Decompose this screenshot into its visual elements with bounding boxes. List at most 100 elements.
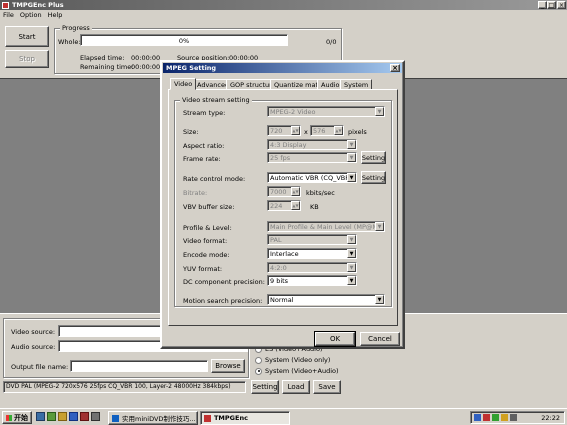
encode-mode-select[interactable]: Interlace ▼ bbox=[267, 248, 357, 259]
tray-icon[interactable] bbox=[492, 414, 499, 421]
radio-system-video-audio-indicator bbox=[255, 367, 262, 375]
clock: 22:22 bbox=[541, 413, 560, 422]
quick-launch-icon[interactable] bbox=[91, 412, 100, 421]
vbv-buffer-label: VBV buffer size: bbox=[183, 203, 235, 211]
cancel-button[interactable]: Cancel bbox=[360, 332, 400, 346]
dialog-close-button[interactable]: × bbox=[390, 64, 400, 72]
load-button[interactable]: Load bbox=[282, 380, 310, 394]
video-format-select[interactable]: PAL ▼ bbox=[267, 234, 357, 245]
app-title: TMPGEnc Plus bbox=[12, 1, 64, 9]
chevron-down-icon: ▼ bbox=[347, 173, 356, 182]
quick-launch-icon[interactable] bbox=[58, 412, 67, 421]
progress-percent: 0% bbox=[178, 37, 190, 45]
mpeg-setting-dialog: MPEG Setting × Video Advanced GOP struct… bbox=[160, 60, 405, 349]
spin-icon: ▲▼ bbox=[291, 201, 300, 210]
bitrate-unit: kbits/sec bbox=[306, 189, 335, 197]
frame-rate-select[interactable]: 25 fps ▼ bbox=[267, 152, 357, 163]
tray-icon[interactable] bbox=[483, 414, 490, 421]
stream-type-label: Stream type: bbox=[183, 109, 226, 117]
tab-video[interactable]: Video bbox=[170, 78, 197, 90]
profile-level-label: Profile & Level: bbox=[183, 224, 232, 232]
dialog-title: MPEG Setting bbox=[166, 64, 217, 72]
encode-mode-label: Encode mode: bbox=[183, 251, 230, 259]
app-icon bbox=[2, 1, 9, 9]
motion-search-label: Motion search precision: bbox=[183, 297, 263, 305]
rate-control-setting-button[interactable]: Setting bbox=[361, 171, 386, 184]
chevron-down-icon: ▼ bbox=[347, 153, 356, 162]
elapsed-label: Elapsed time: bbox=[80, 54, 125, 62]
title-bar: TMPGEnc Plus bbox=[0, 0, 567, 10]
spin-icon: ▲▼ bbox=[291, 126, 300, 135]
menu-bar: File Option Help bbox=[0, 10, 567, 20]
vbv-buffer-input[interactable]: 224 ▲▼ bbox=[267, 200, 301, 211]
quick-launch-icon[interactable] bbox=[69, 412, 78, 421]
save-button[interactable]: Save bbox=[313, 380, 341, 394]
quick-launch-icon[interactable] bbox=[36, 412, 45, 421]
remaining-label: Remaining time: bbox=[80, 63, 134, 71]
chevron-down-icon: ▼ bbox=[375, 222, 384, 231]
radio-system-video-indicator bbox=[255, 356, 262, 364]
start-button[interactable]: Start bbox=[5, 26, 49, 47]
size-height-input[interactable]: 576 ▲▼ bbox=[310, 125, 344, 136]
tray-icon[interactable] bbox=[510, 414, 517, 421]
tray-icon[interactable] bbox=[501, 414, 508, 421]
dialog-title-bar: MPEG Setting bbox=[163, 63, 402, 73]
chevron-down-icon: ▼ bbox=[347, 235, 356, 244]
bitrate-input[interactable]: 7000 ▲▼ bbox=[267, 186, 301, 197]
browse-button[interactable]: Browse bbox=[211, 359, 245, 373]
chevron-down-icon: ▼ bbox=[375, 295, 384, 304]
yuv-format-label: YUV format: bbox=[183, 265, 223, 273]
chevron-down-icon: ▼ bbox=[347, 276, 356, 285]
chevron-down-icon: ▼ bbox=[347, 140, 356, 149]
size-width-input[interactable]: 720 ▲▼ bbox=[267, 125, 301, 136]
size-unit-label: pixels bbox=[348, 128, 367, 136]
aspect-ratio-label: Aspect ratio: bbox=[183, 142, 225, 150]
start-menu-button[interactable]: 开始 bbox=[2, 411, 32, 424]
quick-launch-icon[interactable] bbox=[47, 412, 56, 421]
minimize-button[interactable]: _ bbox=[538, 1, 547, 9]
elapsed-value: 00:00:00 bbox=[131, 54, 161, 62]
menu-option[interactable]: Option bbox=[20, 11, 42, 19]
size-label: Size: bbox=[183, 128, 199, 136]
progress-group-title: Progress bbox=[60, 24, 92, 32]
menu-help[interactable]: Help bbox=[48, 11, 63, 19]
radio-system-video[interactable]: System (Video only) bbox=[255, 356, 330, 364]
spin-icon: ▲▼ bbox=[334, 126, 343, 135]
chevron-down-icon: ▼ bbox=[347, 263, 356, 272]
whole-label: Whole: bbox=[58, 38, 81, 46]
setting-button[interactable]: Setting bbox=[251, 380, 279, 394]
menu-file[interactable]: File bbox=[3, 11, 14, 19]
app-icon bbox=[204, 414, 211, 422]
motion-search-select[interactable]: Normal ▼ bbox=[267, 294, 385, 305]
quick-launch-icon[interactable] bbox=[80, 412, 89, 421]
quick-launch bbox=[36, 412, 106, 423]
progress-count: 0/0 bbox=[326, 38, 337, 46]
profile-level-select[interactable]: Main Profile & Main Level (MP@ML) ▼ bbox=[267, 221, 385, 232]
tray-icon[interactable] bbox=[474, 414, 481, 421]
dc-precision-label: DC component precision: bbox=[183, 278, 265, 286]
taskbar-task-web[interactable]: 实用miniDVD制作技巧... bbox=[108, 411, 198, 425]
remaining-value: 00:00:00 bbox=[131, 63, 161, 71]
stream-type-select[interactable]: MPEG-2 Video ▼ bbox=[267, 106, 385, 117]
whole-progress-bar: 0% bbox=[80, 34, 288, 46]
vbv-buffer-unit: KB bbox=[310, 203, 319, 211]
taskbar-task-tmpgenc[interactable]: TMPGEnc bbox=[200, 411, 290, 425]
rate-control-select[interactable]: Automatic VBR (CQ_VBR) ▼ bbox=[267, 172, 357, 183]
radio-system-video-audio[interactable]: System (Video+Audio) bbox=[255, 367, 339, 375]
windows-logo-icon bbox=[6, 414, 12, 421]
chevron-down-icon: ▼ bbox=[375, 107, 384, 116]
video-format-label: Video format: bbox=[183, 237, 228, 245]
dc-precision-select[interactable]: 9 bits ▼ bbox=[267, 275, 357, 286]
frame-rate-setting-button[interactable]: Setting bbox=[361, 151, 386, 164]
stop-button[interactable]: Stop bbox=[5, 50, 49, 68]
output-file-field[interactable] bbox=[70, 360, 208, 372]
close-button[interactable]: × bbox=[557, 1, 566, 9]
maximize-button[interactable]: □ bbox=[547, 1, 556, 9]
aspect-ratio-select[interactable]: 4:3 Display ▼ bbox=[267, 139, 357, 150]
chevron-down-icon: ▼ bbox=[347, 249, 356, 258]
yuv-format-select[interactable]: 4:2:0 ▼ bbox=[267, 262, 357, 273]
browser-icon bbox=[112, 414, 119, 422]
spin-icon: ▲▼ bbox=[291, 187, 300, 196]
ok-button[interactable]: OK bbox=[314, 331, 356, 347]
video-stream-group-title: Video stream setting bbox=[180, 96, 252, 104]
